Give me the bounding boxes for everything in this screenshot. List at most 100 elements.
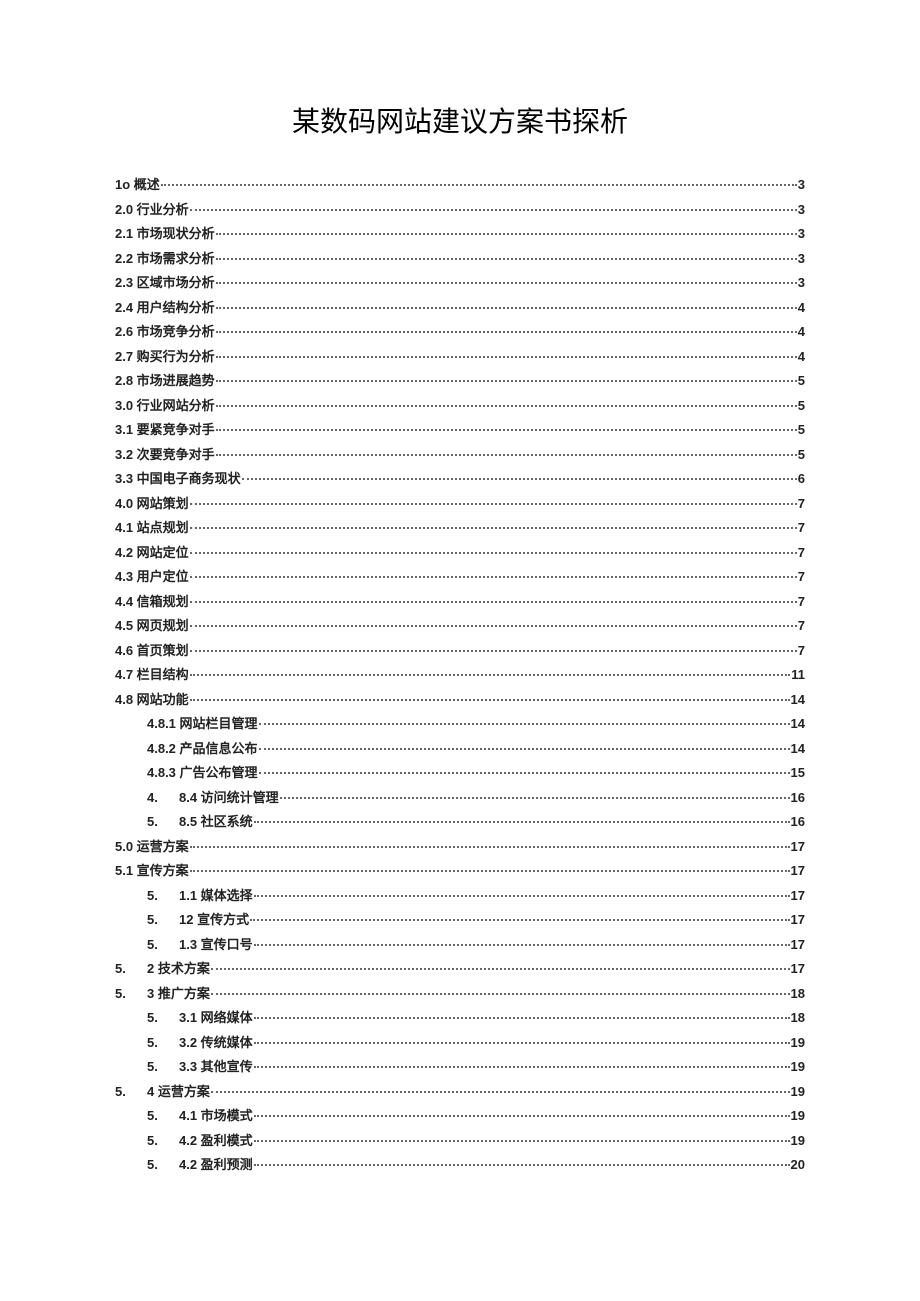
toc-entry[interactable]: 4.8.3 广告公布管理15 xyxy=(115,766,805,779)
toc-entry-page: 14 xyxy=(791,693,805,706)
toc-leader-dots xyxy=(190,674,791,676)
toc-entry-page: 11 xyxy=(791,668,805,681)
toc-entry-prefix: 5. xyxy=(147,889,179,902)
toc-entry-page: 17 xyxy=(791,889,805,902)
toc-entry[interactable]: 2.4 用户结构分析4 xyxy=(115,301,805,314)
toc-entry-label: 2.4 用户结构分析 xyxy=(115,301,215,314)
toc-entry-prefix: 5. xyxy=(147,913,179,926)
toc-entry-page: 5 xyxy=(798,374,805,387)
toc-leader-dots xyxy=(190,846,790,848)
toc-entry[interactable]: 4.8 网站功能 14 xyxy=(115,693,805,706)
toc-entry[interactable]: 4.1 站点规划7 xyxy=(115,521,805,534)
toc-entry[interactable]: 2.0 行业分析3 xyxy=(115,203,805,216)
toc-entry-page: 16 xyxy=(791,791,805,804)
toc-entry-prefix: 5. xyxy=(115,1085,147,1098)
toc-entry[interactable]: 5.4.2 盈利模式19 xyxy=(115,1134,805,1147)
toc-entry-page: 17 xyxy=(791,864,805,877)
toc-entry[interactable]: 5.1 宣传方案 17 xyxy=(115,864,805,877)
toc-entry[interactable]: 3.1 要紧竞争对手5 xyxy=(115,423,805,436)
toc-entry[interactable]: 2.6 市场竞争分析4 xyxy=(115,325,805,338)
toc-leader-dots xyxy=(216,307,797,309)
toc-entry-label: 2.0 行业分析 xyxy=(115,203,189,216)
toc-leader-dots xyxy=(254,1115,790,1117)
toc-entry[interactable]: 4.0 网站策划7 xyxy=(115,497,805,510)
toc-entry[interactable]: 5.3 推广方案18 xyxy=(115,987,805,1000)
toc-entry-label: 3.1 要紧竞争对手 xyxy=(115,423,215,436)
toc-entry[interactable]: 5.0 运营方案17 xyxy=(115,840,805,853)
toc-entry[interactable]: 4.5 网页规划7 xyxy=(115,619,805,632)
toc-entry[interactable]: 4.2 网站定位7 xyxy=(115,546,805,559)
toc-entry-page: 7 xyxy=(798,595,805,608)
toc-entry-page: 17 xyxy=(791,962,805,975)
toc-leader-dots xyxy=(254,895,790,897)
toc-entry-label: 3.2 次要竞争对手 xyxy=(115,448,215,461)
toc-entry-label: 5.1 宣传方案 xyxy=(115,864,189,877)
toc-entry-prefix: 5. xyxy=(115,987,147,1000)
toc-entry[interactable]: 5.12 宣传方式17 xyxy=(115,913,805,926)
toc-entry[interactable]: 5.8.5 社区系统16 xyxy=(115,815,805,828)
toc-entry-page: 19 xyxy=(791,1134,805,1147)
toc-leader-dots xyxy=(190,552,797,554)
toc-entry[interactable]: 4.7 栏目结构11 xyxy=(115,668,805,681)
toc-entry[interactable]: 4.8.4 访问统计管理16 xyxy=(115,791,805,804)
toc-leader-dots xyxy=(254,1066,790,1068)
toc-entry-label: 4.4 信箱规划 xyxy=(115,595,189,608)
toc-entry[interactable]: 3.0 行业网站分析5 xyxy=(115,399,805,412)
toc-entry-page: 16 xyxy=(791,815,805,828)
toc-entry-label: 4.3 用户定位 xyxy=(115,570,189,583)
toc-leader-dots xyxy=(190,576,797,578)
toc-entry[interactable]: 4.8.2 产品信息公布14 xyxy=(115,742,805,755)
toc-entry-page: 4 xyxy=(798,325,805,338)
toc-entry-label: 5.1.3 宣传口号 xyxy=(147,938,253,951)
toc-entry-label: 2.7 购买行为分析 xyxy=(115,350,215,363)
toc-entry[interactable]: 2.1 市场现状分析3 xyxy=(115,227,805,240)
toc-entry-prefix: 5. xyxy=(147,1011,179,1024)
toc-entry[interactable]: 4.8.1 网站栏目管理14 xyxy=(115,717,805,730)
toc-entry[interactable]: 3.3 中国电子商务现状6 xyxy=(115,472,805,485)
toc-entry[interactable]: 2.2 市场需求分析3 xyxy=(115,252,805,265)
toc-leader-dots xyxy=(211,993,790,995)
toc-entry-page: 15 xyxy=(791,766,805,779)
toc-entry[interactable]: 2.8 市场进展趋势 5 xyxy=(115,374,805,387)
toc-entry-prefix: 5. xyxy=(115,962,147,975)
toc-entry-label: 4.8.2 产品信息公布 xyxy=(147,742,258,755)
toc-leader-dots xyxy=(211,1091,790,1093)
toc-entry[interactable]: 5.3.1 网络媒体18 xyxy=(115,1011,805,1024)
toc-leader-dots xyxy=(254,1164,790,1166)
toc-entry[interactable]: 5.3.2 传统媒体19 xyxy=(115,1036,805,1049)
toc-entry[interactable]: 4.6 首页策划7 xyxy=(115,644,805,657)
toc-leader-dots xyxy=(280,797,790,799)
toc-entry-label: 5.3.3 其他宣传 xyxy=(147,1060,253,1073)
toc-entry[interactable]: 2.3 区域市场分析3 xyxy=(115,276,805,289)
toc-entry-page: 5 xyxy=(798,448,805,461)
toc-entry-label: 4.8 网站功能 xyxy=(115,693,189,706)
toc-leader-dots xyxy=(216,282,797,284)
toc-entry-label: 2.8 市场进展趋势 xyxy=(115,374,215,387)
toc-entry[interactable]: 5.3.3 其他宣传19 xyxy=(115,1060,805,1073)
toc-entry-label: 5.4.2 盈利预测 xyxy=(147,1158,253,1171)
toc-entry[interactable]: 5.1.3 宣传口号 17 xyxy=(115,938,805,951)
toc-entry-label: 5.1.1 媒体选择 xyxy=(147,889,253,902)
toc-entry-page: 7 xyxy=(798,644,805,657)
toc-entry-label: 5.2 技术方案 xyxy=(115,962,210,975)
toc-leader-dots xyxy=(216,233,797,235)
toc-leader-dots xyxy=(216,356,797,358)
toc-entry[interactable]: 5.1.1 媒体选择 17 xyxy=(115,889,805,902)
toc-entry[interactable]: 5.2 技术方案 17 xyxy=(115,962,805,975)
toc-entry-label: 3.0 行业网站分析 xyxy=(115,399,215,412)
toc-leader-dots xyxy=(254,1017,790,1019)
toc-entry[interactable]: 5.4.2 盈利预测20 xyxy=(115,1158,805,1171)
toc-entry[interactable]: 5.4.1 市场模式19 xyxy=(115,1109,805,1122)
toc-entry[interactable]: 4.4 信箱规划 7 xyxy=(115,595,805,608)
toc-entry[interactable]: 5.4 运营方案19 xyxy=(115,1085,805,1098)
toc-entry[interactable]: 4.3 用户定位7 xyxy=(115,570,805,583)
toc-entry[interactable]: 2.7 购买行为分析4 xyxy=(115,350,805,363)
toc-entry-page: 3 xyxy=(798,178,805,191)
toc-entry-page: 17 xyxy=(791,913,805,926)
toc-leader-dots xyxy=(254,1042,790,1044)
toc-leader-dots xyxy=(254,944,790,946)
toc-entry-page: 17 xyxy=(791,938,805,951)
toc-entry-label: 5.3.1 网络媒体 xyxy=(147,1011,253,1024)
toc-entry[interactable]: 3.2 次要竞争对手 5 xyxy=(115,448,805,461)
toc-entry[interactable]: 1o 概述3 xyxy=(115,178,805,191)
